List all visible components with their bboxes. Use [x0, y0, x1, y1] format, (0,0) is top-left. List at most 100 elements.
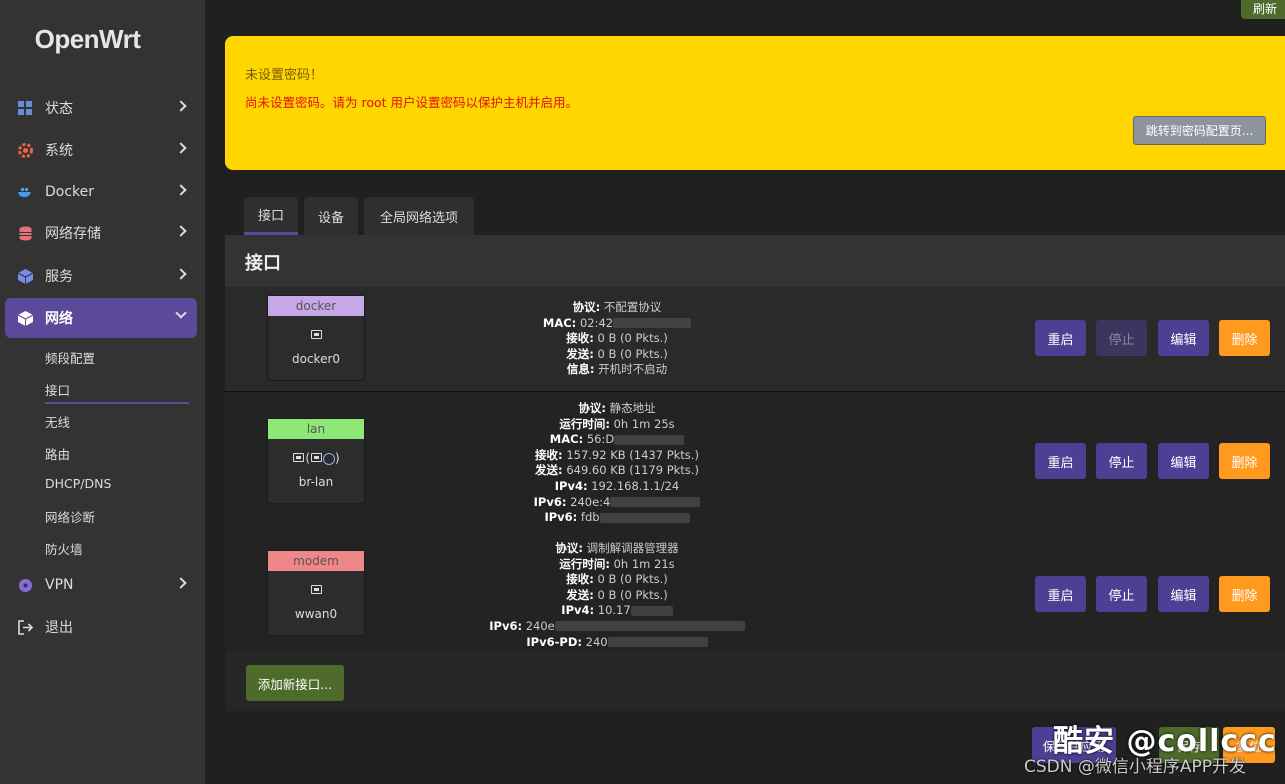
sidebar-item-storage[interactable]: 网络存储 — [5, 213, 197, 253]
alert-message: 尚未设置密码。请为 root 用户设置密码以保护主机并启用。 — [245, 95, 579, 110]
stop-button[interactable]: 停止 — [1096, 443, 1147, 479]
sidebar-item-label: 退出 — [45, 620, 73, 636]
info-line: IPv6: fdb — [377, 510, 857, 526]
sidebar-subitem-dhcp-dns[interactable]: DHCP/DNS — [45, 476, 111, 491]
sidebar-subitem-band-config[interactable]: 频段配置 — [45, 348, 95, 367]
sidebar-subitem-interfaces[interactable]: 接口 — [45, 380, 70, 399]
wireless-icon — [323, 452, 335, 465]
network-icon — [17, 310, 33, 326]
refresh-button[interactable]: 刷新 — [1241, 0, 1285, 19]
info-line: MAC: 56:D — [377, 432, 857, 448]
interface-name: modem — [268, 551, 364, 571]
interface-info: 协议: 静态地址 运行时间: 0h 1m 25s MAC: 56:D 接收: 1… — [377, 401, 857, 526]
redacted-mask — [599, 512, 690, 523]
delete-button[interactable]: 删除 — [1219, 443, 1270, 479]
info-line: 协议: 静态地址 — [578, 401, 656, 415]
docker-icon — [17, 184, 33, 200]
interface-badge[interactable]: docker docker0 — [267, 295, 365, 381]
redacted-mask — [554, 621, 745, 632]
interface-info: 协议: 调制解调器管理器 运行时间: 0h 1m 21s 接收: 0 B (0 … — [377, 541, 857, 650]
interface-badge[interactable]: lan () br-lan — [267, 418, 365, 504]
password-warning-alert: 未设置密码！ 尚未设置密码。请为 root 用户设置密码以保护主机并启用。 跳转… — [225, 36, 1285, 170]
panel-title: 接口 — [225, 235, 1285, 287]
add-interface-button[interactable]: 添加新接口... — [246, 665, 344, 701]
ethernet-icon — [268, 328, 364, 342]
modem-icon — [268, 583, 364, 597]
delete-button[interactable]: 删除 — [1219, 320, 1270, 356]
main-content: 刷新 未设置密码！ 尚未设置密码。请为 root 用户设置密码以保护主机并启用。… — [205, 0, 1285, 784]
interface-name: lan — [268, 419, 364, 439]
info-line: 发送: 649.60 KB (1179 Pkts.) — [535, 463, 699, 478]
alert-title: 未设置密码！ — [245, 68, 324, 83]
chevron-right-icon — [175, 268, 187, 280]
stop-button[interactable]: 停止 — [1096, 576, 1147, 612]
redacted-mask — [610, 497, 701, 508]
info-line: 协议: 不配置协议 — [572, 300, 662, 314]
vpn-icon — [17, 577, 33, 593]
logout-icon — [17, 619, 33, 635]
sidebar-item-vpn[interactable]: VPN — [5, 565, 197, 605]
interface-device: br-lan — [298, 475, 334, 489]
tab-global-options[interactable]: 全局网络选项 — [364, 197, 474, 235]
info-line: 发送: 0 B (0 Pkts.) — [566, 346, 668, 361]
chevron-down-icon — [175, 307, 187, 319]
sidebar-item-label: 系统 — [45, 143, 73, 159]
chevron-right-icon — [175, 142, 187, 154]
info-line: 运行时间: 0h 1m 25s — [559, 416, 675, 431]
info-line: 接收: 0 B (0 Pkts.) — [566, 331, 668, 346]
dashboard-icon — [17, 100, 33, 116]
delete-button[interactable]: 删除 — [1219, 576, 1270, 612]
interface-badge[interactable]: modem wwan0 — [267, 550, 365, 636]
info-line: IPv6: 240e — [377, 619, 857, 635]
chevron-right-icon — [175, 577, 187, 589]
sidebar-item-network[interactable]: 网络 — [5, 298, 197, 338]
restart-button[interactable]: 重启 — [1035, 576, 1086, 612]
info-line: MAC: 02:42 — [377, 316, 857, 332]
sidebar-subitem-firewall[interactable]: 防火墙 — [45, 539, 83, 558]
sidebar-item-docker[interactable]: Docker — [5, 172, 197, 212]
edit-button[interactable]: 编辑 — [1158, 443, 1209, 479]
sidebar-subitem-diagnostics[interactable]: 网络诊断 — [45, 507, 95, 526]
redacted-mask — [630, 605, 673, 616]
chevron-right-icon — [175, 100, 187, 112]
sidebar-subitem-wireless[interactable]: 无线 — [45, 412, 70, 431]
info-line: 接收: 157.92 KB (1437 Pkts.) — [535, 447, 699, 462]
sidebar-item-label: VPN — [45, 577, 74, 593]
info-line: IPv6: 240e:4 — [377, 495, 857, 511]
info-line: 信息: 开机时不启动 — [566, 362, 668, 377]
go-to-password-button[interactable]: 跳转到密码配置页... — [1133, 116, 1266, 145]
storage-icon — [17, 225, 33, 241]
watermark-text: CSDN @微信小程序APP开发 — [1024, 757, 1247, 777]
sidebar-item-label: 网络 — [45, 311, 73, 327]
active-subitem-indicator — [45, 402, 189, 404]
sidebar-subitem-routes[interactable]: 路由 — [45, 444, 70, 463]
openwrt-logo: OpenWrt — [34, 24, 141, 54]
sidebar-item-label: 状态 — [45, 101, 73, 117]
info-line: IPv6-PD: 240 — [377, 635, 857, 651]
restart-button[interactable]: 重启 — [1035, 320, 1086, 356]
sidebar-item-label: 网络存储 — [45, 226, 101, 242]
info-line: 接收: 0 B (0 Pkts.) — [566, 572, 668, 587]
tab-devices[interactable]: 设备 — [304, 197, 358, 235]
redacted-mask — [607, 637, 708, 648]
tab-interfaces[interactable]: 接口 — [244, 197, 298, 235]
info-line: 发送: 0 B (0 Pkts.) — [566, 587, 668, 602]
chevron-right-icon — [175, 225, 187, 237]
restart-button[interactable]: 重启 — [1035, 443, 1086, 479]
redacted-mask — [614, 434, 685, 445]
interface-device: docker0 — [291, 352, 341, 366]
sidebar-item-system[interactable]: 系统 — [5, 130, 197, 170]
stop-button[interactable]: 停止 — [1096, 320, 1147, 356]
sidebar-item-logout[interactable]: 退出 — [5, 607, 197, 647]
sidebar-item-services[interactable]: 服务 — [5, 256, 197, 296]
edit-button[interactable]: 编辑 — [1158, 320, 1209, 356]
interfaces-panel: 接口 docker docker0 协议: 不配置协议 MAC: 02:42 接… — [225, 235, 1285, 711]
redacted-mask — [613, 318, 692, 329]
info-line: 协议: 调制解调器管理器 — [555, 541, 679, 555]
sidebar-item-status[interactable]: 状态 — [5, 88, 197, 128]
services-icon — [17, 268, 33, 284]
bridge-icons: () — [268, 451, 364, 465]
info-line: IPv4: 192.168.1.1/24 — [554, 478, 680, 493]
edit-button[interactable]: 编辑 — [1158, 576, 1209, 612]
info-line: 运行时间: 0h 1m 21s — [559, 556, 675, 571]
